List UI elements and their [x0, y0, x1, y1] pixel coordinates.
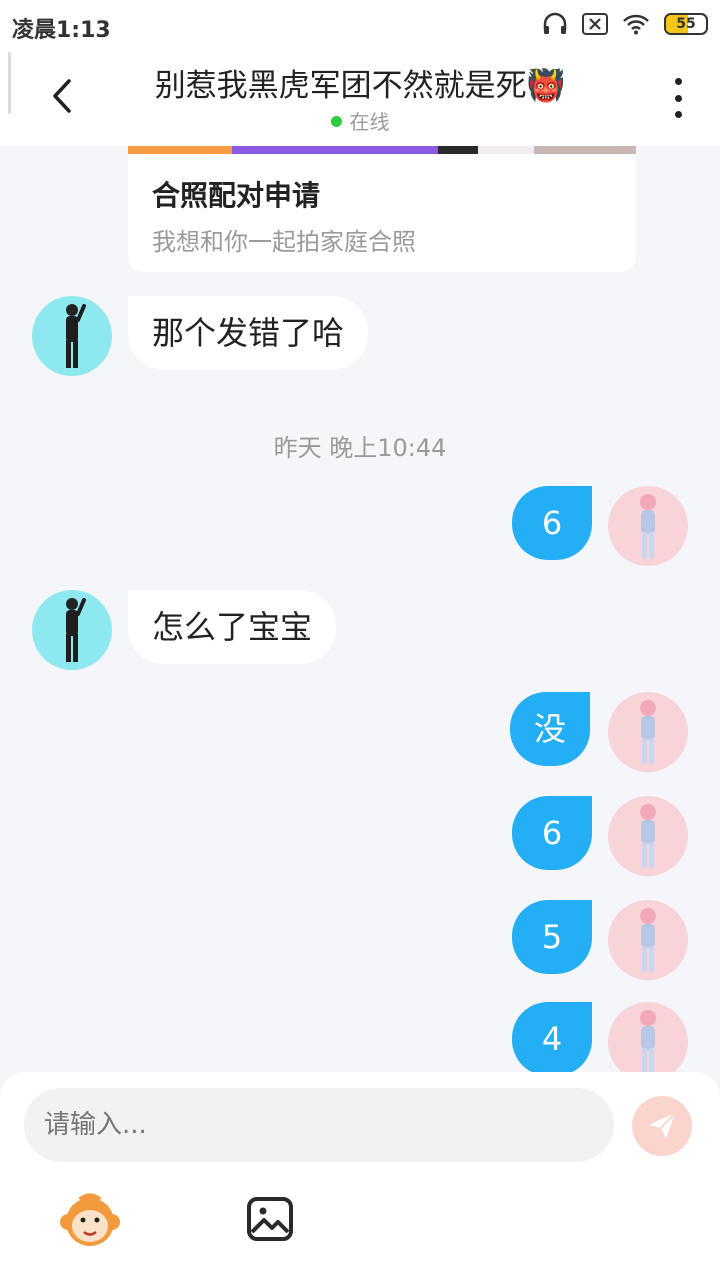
- message-bubble-sent[interactable]: 6: [512, 486, 592, 560]
- my-avatar[interactable]: [608, 486, 688, 566]
- more-options-button[interactable]: [666, 78, 690, 118]
- chat-title: 别惹我黑虎军团不然就是死👹: [154, 68, 566, 104]
- my-avatar-figure: [640, 908, 656, 972]
- headphones-icon: [543, 12, 567, 34]
- more-dot-icon: [674, 78, 682, 85]
- online-status: 在线: [0, 106, 720, 135]
- battery-level: 55: [676, 16, 696, 32]
- contact-avatar-figure: [66, 304, 86, 368]
- my-avatar[interactable]: [608, 692, 688, 772]
- status-time: 凌晨1:13: [12, 18, 111, 43]
- online-dot: [330, 116, 342, 127]
- my-avatar-figure: [640, 804, 656, 868]
- status-bar: 凌晨1:13 55: [0, 0, 720, 50]
- my-avatar-figure: [640, 494, 656, 558]
- message-bubble-sent[interactable]: 没: [510, 692, 590, 766]
- contact-avatar[interactable]: [32, 296, 112, 376]
- card-subtitle: 我想和你一起拍家庭合照: [152, 228, 416, 256]
- my-avatar[interactable]: [608, 796, 688, 876]
- my-avatar[interactable]: [608, 900, 688, 980]
- more-dot-icon: [674, 94, 682, 102]
- message-bubble-sent[interactable]: 5: [512, 900, 592, 974]
- emoji-button[interactable]: [60, 1192, 120, 1248]
- send-button[interactable]: [632, 1096, 692, 1156]
- monkey-face-icon: [60, 1193, 120, 1246]
- chat-header: 别惹我黑虎军团不然就是死👹 在线: [0, 50, 720, 146]
- card-title: 合照配对申请: [152, 179, 321, 212]
- wifi-icon: [623, 14, 649, 35]
- contact-avatar[interactable]: [32, 590, 112, 670]
- no-sim-icon: [582, 13, 608, 35]
- contact-avatar-figure: [66, 598, 86, 662]
- send-icon: [649, 1112, 676, 1139]
- more-dot-icon: [674, 111, 682, 118]
- my-avatar-figure: [640, 700, 656, 764]
- status-icons: 55: [542, 12, 708, 36]
- message-bubble-sent[interactable]: 4: [512, 1002, 592, 1076]
- message-bubble-sent[interactable]: 6: [512, 796, 592, 870]
- message-input[interactable]: [24, 1088, 614, 1162]
- group-photo-request-card[interactable]: 合照配对申请 我想和你一起拍家庭合照: [128, 146, 636, 272]
- message-timestamp: 昨天 晚上10:44: [273, 434, 447, 462]
- image-icon: [247, 1197, 293, 1241]
- image-picker-button[interactable]: [246, 1196, 294, 1242]
- message-bubble-received[interactable]: 那个发错了哈: [128, 296, 369, 370]
- card-image-strip: [128, 146, 636, 154]
- message-bubble-received[interactable]: 怎么了宝宝: [128, 590, 337, 664]
- my-avatar[interactable]: [608, 1002, 688, 1082]
- online-label: 在线: [349, 110, 390, 134]
- my-avatar-figure: [640, 1010, 656, 1074]
- battery-icon: 55: [664, 13, 708, 35]
- composer: [0, 1072, 720, 1280]
